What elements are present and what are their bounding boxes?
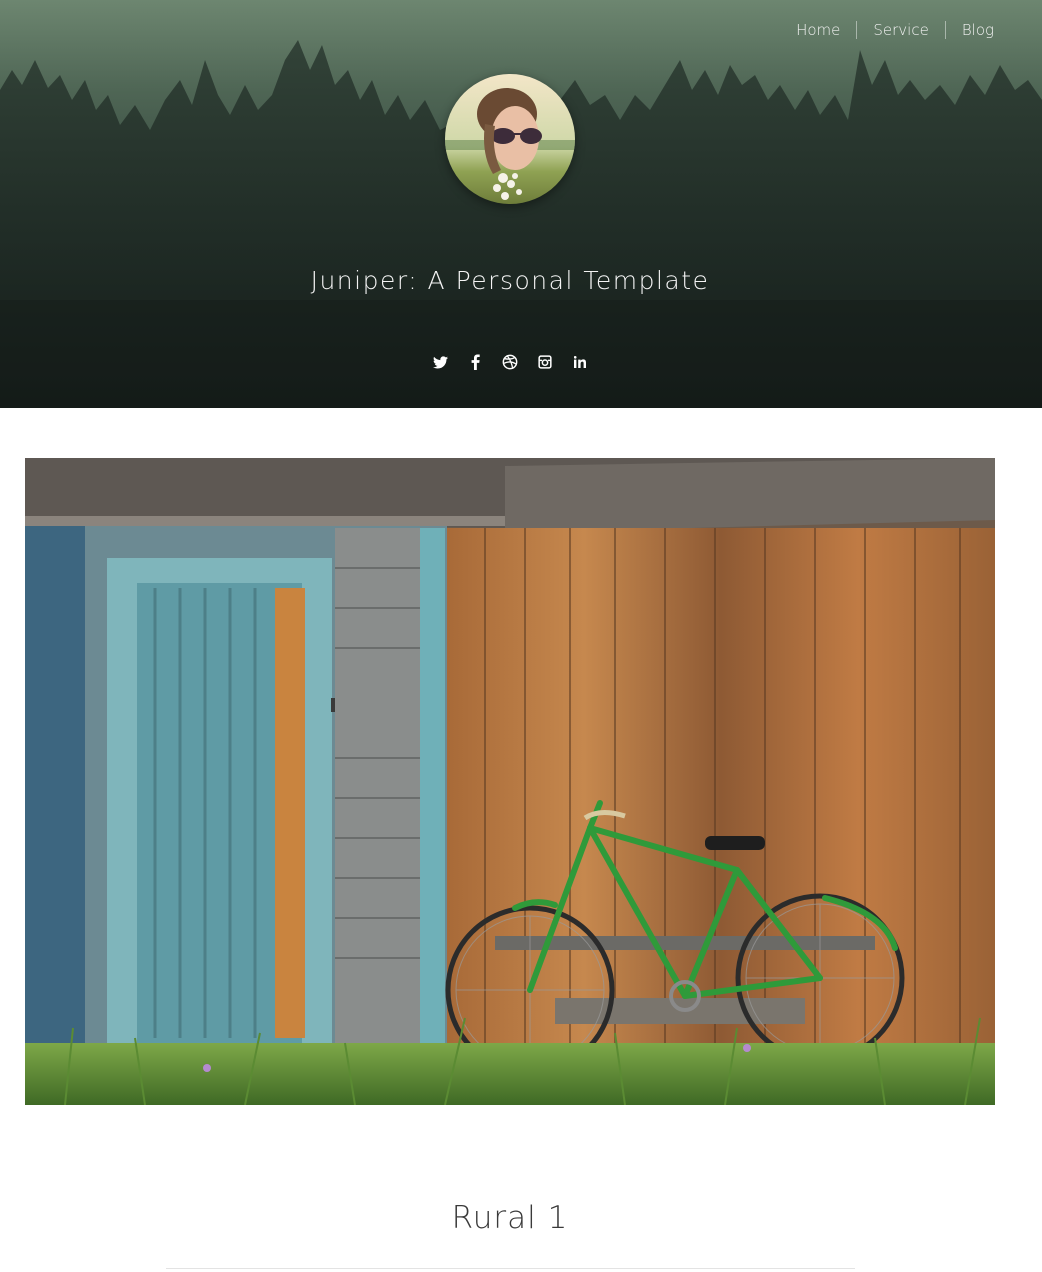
hero-header: Home Service Blog Juniper: A Personal Te… bbox=[0, 0, 1042, 408]
dribbble-icon[interactable] bbox=[500, 352, 520, 372]
site-title: Juniper: A Personal Template bbox=[310, 266, 710, 295]
post-featured-image[interactable] bbox=[25, 458, 995, 1105]
forest-background bbox=[0, 40, 1042, 408]
nav-service[interactable]: Service bbox=[857, 19, 944, 41]
top-nav: Home Service Blog bbox=[780, 19, 994, 41]
facebook-icon[interactable] bbox=[465, 352, 485, 372]
post-title[interactable]: Rural 1 bbox=[0, 1200, 1020, 1236]
instagram-icon[interactable] bbox=[535, 352, 555, 372]
twitter-icon[interactable] bbox=[430, 352, 450, 372]
social-links bbox=[430, 352, 590, 372]
post-divider bbox=[166, 1268, 855, 1269]
profile-avatar bbox=[445, 74, 575, 204]
linkedin-icon[interactable] bbox=[570, 352, 590, 372]
nav-home[interactable]: Home bbox=[780, 19, 856, 41]
nav-blog[interactable]: Blog bbox=[946, 19, 994, 41]
